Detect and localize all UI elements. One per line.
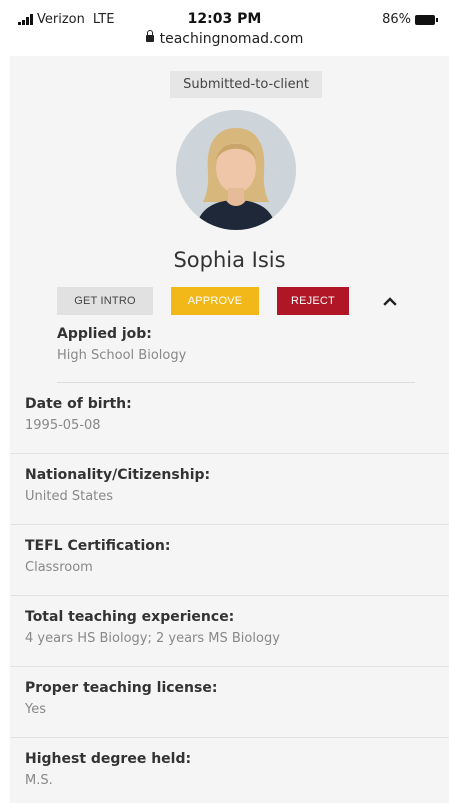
field-highest-degree: Highest degree held: M.S. (10, 738, 449, 809)
lock-icon (145, 30, 154, 42)
field-value: 1995-05-08 (25, 418, 101, 433)
avatar (176, 110, 296, 230)
approve-button[interactable]: APPROVE (171, 287, 259, 315)
details-list: Date of birth: 1995-05-08 Nationality/Ci… (10, 383, 449, 809)
field-label: Date of birth: (25, 396, 132, 412)
get-intro-button[interactable]: GET INTRO (57, 287, 153, 315)
field-value: 4 years HS Biology; 2 years MS Biology (25, 631, 280, 646)
battery-icon (415, 14, 438, 25)
applied-job-value: High School Biology (57, 348, 187, 363)
battery-info: 86% (382, 12, 438, 27)
candidate-panel: Submitted-to-client Sophia Isis GET INTR… (10, 56, 449, 803)
field-teaching-license: Proper teaching license: Yes (10, 667, 449, 738)
reject-button[interactable]: REJECT (277, 287, 349, 315)
field-teaching-experience: Total teaching experience: 4 years HS Bi… (10, 596, 449, 667)
field-label: Proper teaching license: (25, 680, 218, 696)
field-value: Yes (25, 702, 46, 717)
field-label: Nationality/Citizenship: (25, 467, 211, 483)
status-bar: Verizon LTE 12:03 PM teachingnomad.com 8… (0, 0, 449, 56)
address-bar[interactable]: teachingnomad.com (0, 30, 449, 47)
url-text: teachingnomad.com (159, 31, 304, 47)
chevron-up-icon[interactable] (383, 294, 397, 308)
status-badge: Submitted-to-client (170, 71, 322, 98)
field-value: M.S. (25, 773, 53, 788)
battery-percent: 86% (382, 12, 411, 27)
field-value: United States (25, 489, 114, 504)
field-label: TEFL Certification: (25, 538, 171, 554)
field-label: Total teaching experience: (25, 609, 235, 625)
field-date-of-birth: Date of birth: 1995-05-08 (10, 383, 449, 454)
applied-job: Applied job: High School Biology (57, 326, 186, 363)
field-nationality: Nationality/Citizenship: United States (10, 454, 449, 525)
applied-job-label: Applied job: (57, 326, 152, 342)
field-value: Classroom (25, 560, 93, 575)
field-label: Highest degree held: (25, 751, 192, 767)
candidate-name: Sophia Isis (173, 248, 286, 272)
field-tefl-certification: TEFL Certification: Classroom (10, 525, 449, 596)
